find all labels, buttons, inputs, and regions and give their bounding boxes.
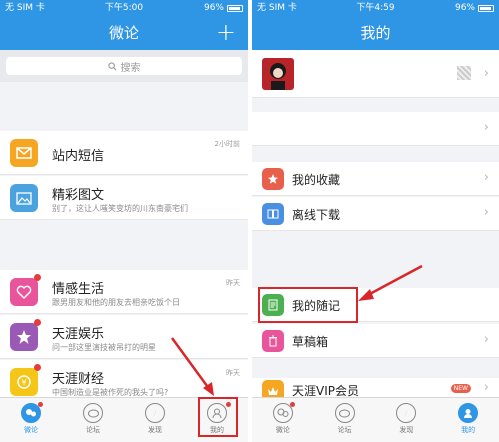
- unread-dot: [290, 402, 295, 407]
- item-title: 天涯财经: [52, 372, 105, 387]
- star-icon: [10, 323, 38, 351]
- menu-label: 草稿箱: [292, 335, 329, 349]
- item-title: 情感生活: [52, 282, 105, 297]
- item-time: 昨天: [226, 369, 240, 377]
- item-subtitle: 跟男朋友和他的朋友去相亲吃饭个日: [52, 298, 180, 307]
- chevron-right-icon: ›: [483, 332, 489, 347]
- chevron-right-icon: ›: [483, 120, 489, 135]
- unread-dot: [34, 364, 41, 371]
- search-input[interactable]: 搜索: [6, 57, 242, 75]
- item-subtitle: 别了，这让人嗤笑变坊的川东南豪宅们: [52, 204, 188, 213]
- search-placeholder: 搜索: [120, 62, 141, 74]
- battery-percent: 96%: [454, 3, 475, 13]
- item-subtitle: 问一部这里演技被吊打的明星: [52, 343, 156, 352]
- tab-discover[interactable]: 发现: [376, 398, 438, 442]
- chevron-right-icon: ›: [483, 205, 489, 220]
- heart-icon: [10, 278, 38, 306]
- item-time: 昨天: [226, 279, 240, 287]
- tab-weilun[interactable]: 微论: [252, 398, 314, 442]
- status-bar: 无 SIM 卡 下午5:00 96%: [0, 0, 248, 16]
- chevron-right-icon: ›: [483, 66, 489, 81]
- battery-area: 96%: [204, 0, 243, 16]
- tab-label: 论坛: [86, 426, 100, 434]
- favorite-icon: [262, 168, 284, 190]
- status-bar: 无 SIM 卡 下午4:59 96%: [252, 0, 499, 16]
- annotation-arrow: [358, 264, 423, 301]
- tab-label: 微论: [275, 426, 290, 434]
- qr-code-icon[interactable]: [457, 66, 471, 80]
- nav-bar: 我的: [252, 16, 499, 50]
- battery-percent: 96%: [203, 3, 224, 13]
- unread-dot: [34, 319, 41, 326]
- tab-label: 发现: [148, 426, 162, 434]
- search-icon: [107, 61, 116, 70]
- annotation-box: [258, 287, 358, 323]
- trash-icon: [262, 330, 284, 352]
- page-title: 微论: [108, 24, 139, 42]
- tab-label: 发现: [399, 426, 414, 434]
- coin-icon: ¥: [10, 368, 38, 396]
- settings-row[interactable]: ›: [252, 112, 499, 146]
- item-title: 精彩图文: [52, 188, 105, 203]
- user-icon: [458, 403, 479, 423]
- unread-dot: [34, 274, 41, 281]
- tab-bar: 微论 论坛 发现 我的: [252, 397, 499, 442]
- menu-offline-download[interactable]: 离线下载 ›: [252, 197, 499, 231]
- tab-label: 论坛: [337, 426, 352, 434]
- compass-icon: [396, 403, 417, 423]
- tab-mine[interactable]: 我的: [437, 398, 499, 442]
- profile-row[interactable]: ›: [252, 50, 499, 98]
- chevron-right-icon: ›: [483, 380, 489, 395]
- add-button[interactable]: +: [216, 16, 236, 48]
- weilun-screen: 无 SIM 卡 下午5:00 96% 微论 + 搜索 站内短信 2小时前 精彩图…: [0, 0, 248, 442]
- tab-label: 微论: [24, 426, 38, 434]
- book-icon: [262, 203, 284, 225]
- mail-icon: [10, 139, 38, 167]
- tab-discover[interactable]: 发现: [124, 398, 186, 442]
- tab-forum[interactable]: 论坛: [314, 398, 376, 442]
- menu-favorites[interactable]: 我的收藏 ›: [252, 162, 499, 196]
- mine-screen: 无 SIM 卡 下午4:59 96% 我的 › › 我的收藏 › 离线下载 ›: [252, 0, 499, 442]
- svg-text:¥: ¥: [21, 378, 26, 387]
- forum-icon: [334, 403, 355, 423]
- list-item[interactable]: 情感生活 跟男朋友和他的朋友去相亲吃饭个日 昨天: [0, 270, 248, 314]
- page-title: 我的: [360, 24, 391, 42]
- battery-icon: [478, 4, 494, 12]
- annotation-box: [198, 397, 238, 437]
- compass-icon: [145, 403, 165, 423]
- new-badge: NEW: [450, 384, 471, 393]
- item-time: 2小时前: [214, 140, 240, 148]
- forum-icon: [83, 403, 103, 423]
- menu-drafts[interactable]: 草稿箱 ›: [252, 324, 499, 358]
- image-icon: [10, 184, 38, 212]
- battery-area: 96%: [455, 0, 494, 16]
- list-item[interactable]: 站内短信 2小时前: [0, 131, 248, 175]
- battery-icon: [227, 4, 243, 12]
- list-item[interactable]: 精彩图文 别了，这让人嗤笑变坊的川东南豪宅们: [0, 176, 248, 220]
- item-title: 站内短信: [52, 149, 105, 164]
- tab-weilun[interactable]: 微论: [0, 398, 62, 442]
- tab-label: 我的: [461, 426, 476, 434]
- unread-dot: [38, 402, 43, 407]
- nav-bar: 微论 +: [0, 16, 248, 50]
- tab-forum[interactable]: 论坛: [62, 398, 124, 442]
- menu-label: 我的收藏: [292, 173, 341, 187]
- item-title: 天涯娱乐: [52, 327, 105, 342]
- chevron-right-icon: ›: [483, 170, 489, 185]
- search-area: 搜索: [0, 50, 248, 82]
- avatar: [262, 58, 294, 90]
- annotation-arrow: [170, 337, 214, 396]
- menu-label: 离线下载: [292, 208, 341, 222]
